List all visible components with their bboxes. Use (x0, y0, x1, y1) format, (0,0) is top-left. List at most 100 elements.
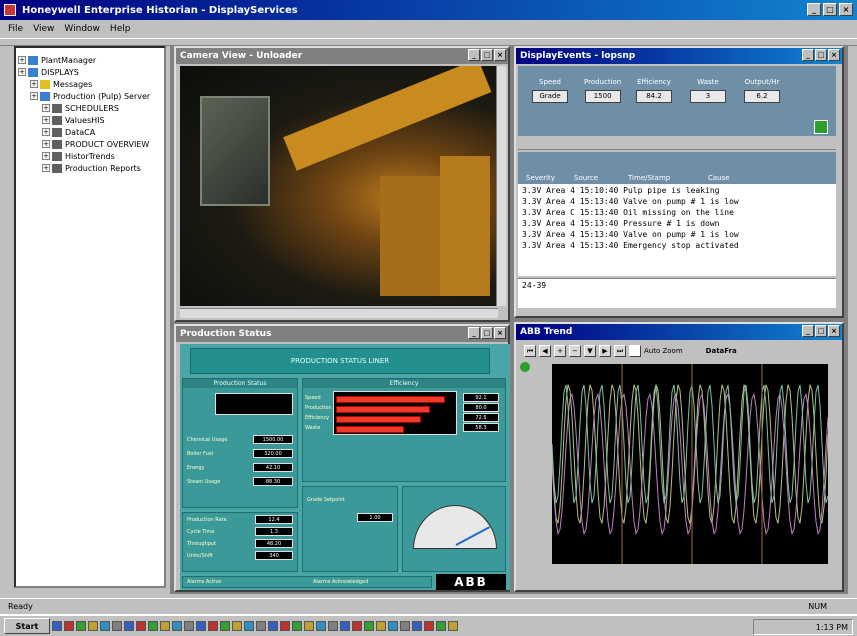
taskbar-app-icon[interactable] (88, 621, 98, 631)
forward-icon[interactable]: ▶ (599, 345, 611, 357)
event-row[interactable]: 3.3V Area 4 15:13:40 Emergency stop acti… (522, 241, 832, 252)
taskbar-app-icon[interactable] (160, 621, 170, 631)
taskbar-app-icon[interactable] (256, 621, 266, 631)
trend-window-titlebar[interactable]: ABB Trend _ □ × (516, 324, 842, 340)
menu-view[interactable]: View (33, 24, 54, 34)
taskbar-app-icon[interactable] (436, 621, 446, 631)
horizontal-scrollbar[interactable] (180, 308, 498, 318)
column-header[interactable]: Severity (526, 174, 555, 182)
vertical-scrollbar[interactable] (496, 66, 506, 306)
close-button[interactable]: × (828, 325, 840, 337)
expand-icon[interactable]: + (42, 152, 50, 160)
menu-help[interactable]: Help (110, 24, 131, 34)
taskbar-app-icon[interactable] (220, 621, 230, 631)
taskbar-app-icon[interactable] (388, 621, 398, 631)
taskbar-app-icon[interactable] (100, 621, 110, 631)
menu-file[interactable]: File (8, 24, 23, 34)
taskbar-app-icon[interactable] (196, 621, 206, 631)
close-button[interactable]: × (494, 49, 506, 61)
taskbar-app-icon[interactable] (268, 621, 278, 631)
close-button[interactable]: × (828, 49, 840, 61)
taskbar-app-icon[interactable] (184, 621, 194, 631)
taskbar-app-icon[interactable] (328, 621, 338, 631)
minimize-button[interactable]: _ (807, 3, 821, 16)
expand-icon[interactable]: + (42, 104, 50, 112)
tree-item[interactable]: + Production (Pulp) Server (18, 90, 162, 102)
taskbar-app-icon[interactable] (364, 621, 374, 631)
tree-item[interactable]: + PlantManager (18, 54, 162, 66)
first-icon[interactable]: ⏮ (524, 345, 536, 357)
display-window-titlebar[interactable]: DisplayEvents - lopsnp _ □ × (516, 48, 842, 64)
tree-item[interactable]: + DISPLAYS (18, 66, 162, 78)
video-window-titlebar[interactable]: Camera View - Unloader _ □ × (176, 48, 508, 64)
taskbar-app-icon[interactable] (316, 621, 326, 631)
expand-icon[interactable]: + (30, 92, 38, 100)
tree-item[interactable]: + ValuesHIS (18, 114, 162, 126)
expand-icon[interactable]: + (18, 68, 26, 76)
taskbar-app-icon[interactable] (172, 621, 182, 631)
tree-item[interactable]: + Messages (18, 78, 162, 90)
navigation-tree[interactable]: + PlantManager + DISPLAYS + Messages + Producti… (14, 46, 166, 588)
taskbar-app-icon[interactable] (424, 621, 434, 631)
event-row[interactable]: 3.3V Area 4 15:13:40 Valve on pump # 1 i… (522, 230, 832, 241)
taskbar-app-icon[interactable] (280, 621, 290, 631)
last-icon[interactable]: ⏭ (614, 345, 626, 357)
production-window-titlebar[interactable]: Production Status _ □ × (176, 326, 508, 342)
event-row[interactable]: 3.3V Area 4 15:13:40 Pressure # 1 is dow… (522, 219, 832, 230)
maximize-button[interactable]: □ (815, 49, 827, 61)
down-icon[interactable]: ▼ (584, 345, 596, 357)
zoom-in-icon[interactable]: + (554, 345, 566, 357)
event-row[interactable]: 3.3V Area C 15:13:40 Oil missing on the … (522, 208, 832, 219)
taskbar-app-icon[interactable] (124, 621, 134, 631)
expand-icon[interactable]: + (42, 140, 50, 148)
taskbar-app-icon[interactable] (376, 621, 386, 631)
taskbar-app-icon[interactable] (136, 621, 146, 631)
taskbar-app-icon[interactable] (76, 621, 86, 631)
taskbar-app-icon[interactable] (208, 621, 218, 631)
taskbar-app-icon[interactable] (232, 621, 242, 631)
command-area[interactable]: 24-39 (518, 278, 836, 308)
maximize-button[interactable]: □ (481, 327, 493, 339)
taskbar-app-icon[interactable] (148, 621, 158, 631)
start-button[interactable]: Start (4, 618, 50, 634)
column-header[interactable]: Cause (708, 174, 730, 182)
tree-item[interactable]: + PRODUCT OVERVIEW (18, 138, 162, 150)
minimize-button[interactable]: _ (802, 325, 814, 337)
maximize-button[interactable]: □ (815, 325, 827, 337)
tree-item[interactable]: + SCHEDULERS (18, 102, 162, 114)
tree-item[interactable]: + Production Reports (18, 162, 162, 174)
column-header[interactable]: Time/Stamp (628, 174, 670, 182)
taskbar-app-icon[interactable] (64, 621, 74, 631)
menu-window[interactable]: Window (64, 24, 100, 34)
event-row[interactable]: 3.3V Area 4 15:10:40 Pulp pipe is leakin… (522, 186, 832, 197)
expand-icon[interactable]: + (42, 164, 50, 172)
taskbar-app-icon[interactable] (292, 621, 302, 631)
column-header[interactable]: Source (574, 174, 598, 182)
minimize-button[interactable]: _ (468, 49, 480, 61)
taskbar-app-icon[interactable] (52, 621, 62, 631)
taskbar-app-icon[interactable] (340, 621, 350, 631)
close-button[interactable]: × (839, 3, 853, 16)
back-icon[interactable]: ◀ (539, 345, 551, 357)
expand-icon[interactable]: + (42, 128, 50, 136)
taskbar-app-icon[interactable] (244, 621, 254, 631)
close-button[interactable]: × (494, 327, 506, 339)
expand-icon[interactable]: + (30, 80, 38, 88)
maximize-button[interactable]: □ (481, 49, 493, 61)
taskbar-app-icon[interactable] (112, 621, 122, 631)
auto-zoom-checkbox[interactable] (629, 345, 641, 357)
tree-item[interactable]: + DataCA (18, 126, 162, 138)
minimize-button[interactable]: _ (802, 49, 814, 61)
maximize-button[interactable]: □ (823, 3, 837, 16)
event-list[interactable]: 3.3V Area 4 15:10:40 Pulp pipe is leakin… (518, 184, 836, 276)
taskbar-app-icon[interactable] (400, 621, 410, 631)
tree-item[interactable]: + HistorTrends (18, 150, 162, 162)
expand-icon[interactable]: + (42, 116, 50, 124)
expand-icon[interactable]: + (18, 56, 26, 64)
event-row[interactable]: 3.3V Area 4 15:13:40 Valve on pump # 1 i… (522, 197, 832, 208)
taskbar-app-icon[interactable] (304, 621, 314, 631)
taskbar-app-icon[interactable] (412, 621, 422, 631)
taskbar-app-icon[interactable] (448, 621, 458, 631)
minimize-button[interactable]: _ (468, 327, 480, 339)
trend-plot[interactable] (552, 364, 828, 564)
